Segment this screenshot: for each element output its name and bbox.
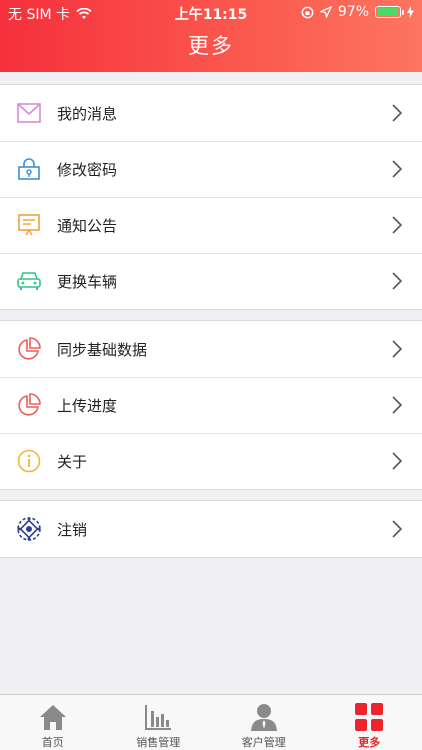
menu-item-label: 注销 [57,520,88,539]
tab-label: 销售管理 [136,736,181,749]
tab-more[interactable]: 更多 [317,695,422,750]
home-icon [37,701,69,732]
menu-item-label: 同步基础数据 [57,340,148,359]
car-icon [16,268,42,294]
battery-level [377,8,399,16]
menu-item-label: 我的消息 [57,104,118,123]
menu-group-logout: 注销 [0,500,422,558]
menu-item-messages[interactable]: 我的消息 [0,85,422,141]
bar-chart-icon [142,701,174,732]
chevron-right-icon [392,340,403,358]
charging-icon [407,6,414,18]
logout-emblem-icon [16,516,42,542]
menu-item-label: 通知公告 [57,216,118,235]
menu-item-label: 上传进度 [57,396,118,415]
chevron-right-icon [392,452,403,470]
tab-sales[interactable]: 销售管理 [106,695,212,750]
tab-bar: 首页 销售管理 客户管理 更多 [0,694,422,750]
chevron-right-icon [392,160,403,178]
chevron-right-icon [392,104,403,122]
page-title: 更多 [188,34,234,58]
person-icon [248,701,280,732]
menu-item-change-vehicle[interactable]: 更换车辆 [0,253,422,309]
pie-chart-icon [16,336,42,362]
menu-item-about[interactable]: 关于 [0,433,422,489]
notice-board-icon [16,212,42,238]
chevron-right-icon [392,216,403,234]
menu-item-label: 关于 [57,452,88,471]
menu-item-sync-data[interactable]: 同步基础数据 [0,321,422,377]
grid-icon [353,701,385,732]
status-bar: 无 SIM 卡 上午11:15 97% [0,0,422,24]
status-right: 97% [301,4,414,20]
header-bar: 无 SIM 卡 上午11:15 97% 更多 [0,0,422,72]
menu-item-logout[interactable]: 注销 [0,501,422,557]
menu-item-change-password[interactable]: 修改密码 [0,141,422,197]
mail-icon [16,100,42,126]
tab-label: 首页 [41,736,64,749]
chevron-right-icon [392,520,403,538]
menu-item-label: 修改密码 [57,160,118,179]
orientation-lock-icon [301,6,314,18]
chevron-right-icon [392,396,403,414]
battery-icon [375,6,404,18]
pie-chart-icon [16,392,42,418]
menu-item-notices[interactable]: 通知公告 [0,197,422,253]
menu-item-label: 更换车辆 [57,272,118,291]
tab-label: 客户管理 [241,736,286,749]
lock-icon [16,156,42,182]
tab-label: 更多 [358,736,381,749]
menu-group-account: 我的消息 修改密码 通知公告 更换车辆 [0,84,422,310]
location-icon [319,6,332,18]
info-icon [16,448,42,474]
menu-group-data: 同步基础数据 上传进度 关于 [0,320,422,490]
tab-customers[interactable]: 客户管理 [211,695,317,750]
tab-home[interactable]: 首页 [0,695,106,750]
chevron-right-icon [392,272,403,290]
battery-percent: 97% [337,4,369,20]
menu-item-upload-progress[interactable]: 上传进度 [0,377,422,433]
